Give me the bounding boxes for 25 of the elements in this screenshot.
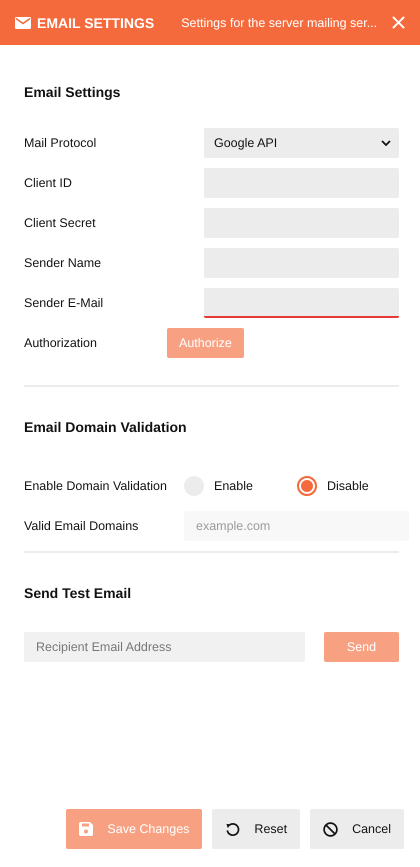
cancel-button[interactable]: Cancel: [310, 809, 404, 849]
close-icon[interactable]: [392, 16, 405, 29]
chevron-down-icon: [381, 140, 391, 146]
radio-button[interactable]: [297, 476, 317, 496]
field-label: Client ID: [24, 176, 73, 190]
dialog-title: EMAIL SETTINGS: [37, 14, 154, 30]
recipient-field[interactable]: Recipient Email Address: [24, 632, 305, 662]
protocol-dropdown[interactable]: Google API: [204, 128, 399, 158]
section-title: Send Test Email: [24, 584, 132, 602]
field-label: Valid Email Domains: [24, 519, 140, 533]
prohibited-icon: [323, 822, 338, 836]
undo-icon: [225, 822, 240, 836]
radio-label: Disable: [327, 479, 369, 493]
section-title: Email Domain Validation: [24, 418, 188, 436]
section-title: Email Settings: [24, 83, 122, 101]
envelope-icon: [15, 16, 31, 28]
input-field[interactable]: [204, 288, 399, 318]
field-label: Mail Protocol: [24, 136, 98, 150]
field-label: Client Secret: [24, 216, 97, 230]
dialog-subtitle: Settings for the server mailing ser...: [181, 16, 378, 30]
field-label: Sender E-Mail: [24, 296, 104, 310]
reset-button[interactable]: Reset: [212, 809, 300, 849]
field-label: Enable Domain Validation: [24, 479, 168, 493]
field-label: Sender Name: [24, 256, 102, 270]
radio-label: Enable: [214, 479, 253, 493]
